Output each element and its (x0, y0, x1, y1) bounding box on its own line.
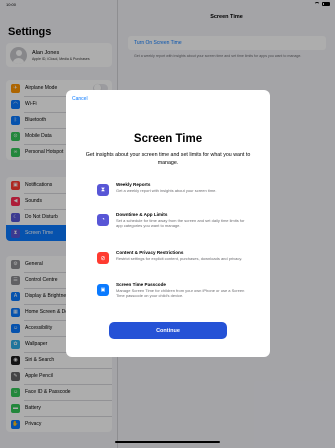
restriction-icon: ⊘ (97, 252, 109, 264)
modal-subtitle: Get insights about your screen time and … (85, 152, 251, 166)
feature-title: Screen Time Passcode (116, 282, 166, 287)
cancel-button[interactable]: Cancel (72, 96, 88, 102)
feature-downtime: ◔ Downtime & App Limits Set a schedule f… (97, 212, 247, 229)
screen-time-modal: Cancel Screen Time Get insights about yo… (66, 90, 270, 357)
feature-weekly-reports: ⧗ Weekly Reports Get a weekly report wit… (97, 182, 247, 196)
home-indicator[interactable] (115, 441, 220, 443)
continue-button[interactable]: Continue (109, 322, 227, 339)
feature-title: Downtime & App Limits (116, 212, 168, 217)
feature-passcode: ▣ Screen Time Passcode Manage Screen Tim… (97, 282, 247, 299)
lock-icon: ▣ (97, 284, 109, 296)
modal-title: Screen Time (133, 133, 203, 145)
clock-icon: ◔ (97, 214, 109, 226)
feature-description: Restrict settings for explicit content, … (116, 256, 243, 261)
feature-title: Content & Privacy Restrictions (116, 250, 184, 255)
hourglass-icon: ⧗ (97, 184, 109, 196)
feature-title: Weekly Reports (116, 182, 151, 187)
feature-description: Set a schedule for time away from the sc… (116, 218, 245, 229)
feature-content-restrictions: ⊘ Content & Privacy Restrictions Restric… (97, 250, 247, 264)
feature-description: Get a weekly report with insights about … (116, 188, 217, 193)
feature-description: Manage Screen Time for children from you… (116, 288, 245, 299)
